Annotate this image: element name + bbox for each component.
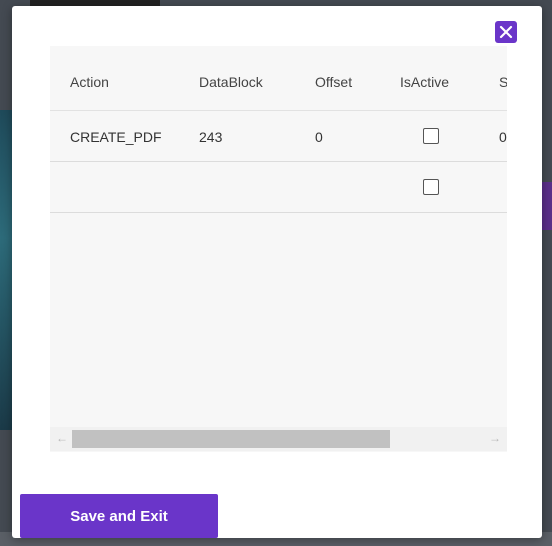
- column-header-isactive[interactable]: IsActive: [400, 74, 449, 90]
- backdrop-right-bar: [542, 182, 552, 230]
- cell-action: CREATE_PDF: [70, 129, 162, 145]
- table-row[interactable]: [50, 162, 507, 213]
- column-header-action[interactable]: Action: [70, 74, 109, 90]
- column-header-offset[interactable]: Offset: [315, 74, 352, 90]
- table-row[interactable]: CREATE_PDF 243 0 0: [50, 111, 507, 162]
- edit-dialog: Action DataBlock Offset IsActive S CREAT…: [12, 6, 542, 538]
- scrollbar-thumb[interactable]: [72, 430, 390, 448]
- cell-datablock: 243: [199, 129, 223, 145]
- arrow-left-icon[interactable]: ←: [56, 431, 68, 445]
- column-header-datablock[interactable]: DataBlock: [199, 74, 263, 90]
- close-icon: [499, 25, 513, 39]
- cell-s: 0: [499, 129, 507, 145]
- data-grid: Action DataBlock Offset IsActive S CREAT…: [50, 46, 507, 452]
- close-button[interactable]: [495, 21, 517, 43]
- arrow-right-icon[interactable]: →: [489, 431, 501, 445]
- grid-header: Action DataBlock Offset IsActive S: [50, 46, 507, 111]
- isactive-checkbox[interactable]: [423, 128, 439, 144]
- isactive-checkbox[interactable]: [423, 179, 439, 195]
- horizontal-scrollbar[interactable]: ← →: [50, 427, 507, 451]
- save-and-exit-button[interactable]: Save and Exit: [20, 494, 218, 538]
- cell-offset: 0: [315, 129, 323, 145]
- backdrop-left-strip: [0, 110, 12, 430]
- column-header-s[interactable]: S: [499, 74, 507, 90]
